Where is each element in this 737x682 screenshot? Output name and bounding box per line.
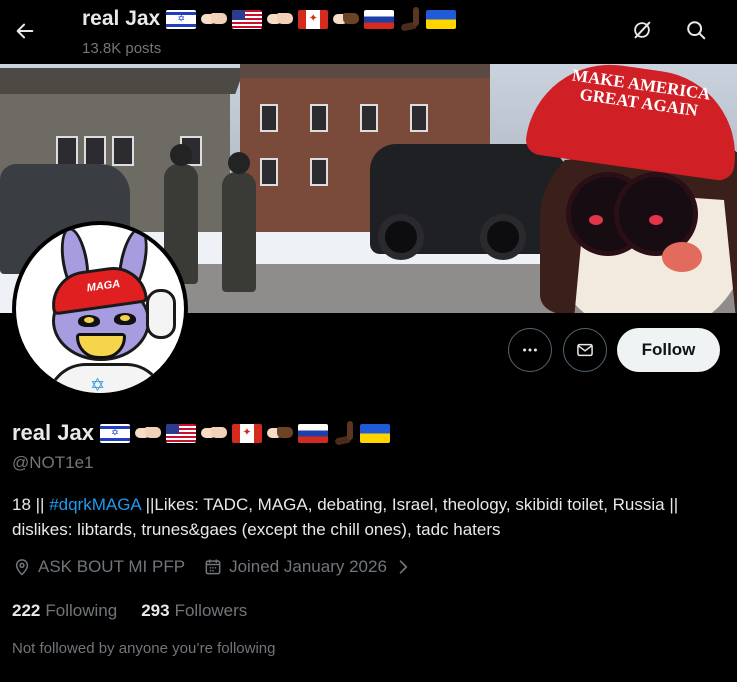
handshake-icon [199, 9, 229, 29]
following-count: 222 [12, 601, 41, 620]
mutual-followers-note: Not followed by anyone you’re following [12, 640, 276, 657]
follow-stats: 222 Following 293 Followers [12, 601, 271, 621]
us-flag-icon [165, 423, 196, 443]
name-emojis: ✡ ✦ [99, 421, 390, 445]
more-icon [523, 348, 537, 352]
header-title: real Jax ✡ ✦ [82, 7, 457, 31]
name-emojis: ✡ ✦ [166, 7, 457, 31]
canada-flag-icon: ✦ [298, 9, 329, 29]
russia-flag-icon [297, 423, 328, 443]
handshake-icon [331, 9, 361, 29]
canada-flag-icon: ✦ [231, 423, 262, 443]
raised-hand-icon [331, 421, 357, 445]
followers-link[interactable]: 293 Followers [141, 601, 247, 621]
profile-header-bar: real Jax ✡ ✦ 13.8K posts [0, 0, 737, 64]
handshake-icon [199, 423, 229, 443]
header-name: real Jax [82, 7, 161, 30]
israel-flag-icon: ✡ [166, 9, 197, 29]
calendar-icon [205, 559, 221, 575]
location-icon [15, 559, 29, 576]
israel-flag-icon: ✡ [99, 423, 130, 443]
follow-button[interactable]: Follow [617, 328, 720, 372]
post-count: 13.8K posts [82, 40, 162, 57]
raised-hand-icon [397, 7, 423, 31]
following-label: Following [45, 601, 118, 620]
followers-label: Followers [174, 601, 248, 620]
handshake-icon [265, 423, 295, 443]
message-button[interactable] [563, 328, 607, 372]
ukraine-flag-icon [426, 9, 457, 29]
grok-button[interactable] [628, 16, 656, 44]
location: ASK BOUT MI PFP [12, 557, 185, 577]
profile-handle: @NOT1e1 [12, 453, 94, 472]
profile-avatar[interactable]: MAGA ✡ [12, 221, 188, 397]
profile-name: real Jax ✡ ✦ [12, 420, 390, 446]
search-icon [687, 21, 706, 40]
followers-count: 293 [141, 601, 170, 620]
more-button[interactable] [508, 328, 552, 372]
back-button[interactable] [10, 14, 40, 48]
join-date[interactable]: Joined January 2026 [203, 557, 413, 577]
handshake-icon [133, 423, 163, 443]
search-button[interactable] [682, 16, 710, 44]
hashtag-link[interactable]: #dqrkMAGA [49, 495, 141, 514]
chevron-right-icon [399, 560, 408, 574]
ukraine-flag-icon [359, 423, 390, 443]
us-flag-icon [232, 9, 263, 29]
mail-icon [577, 343, 593, 357]
grok-icon [634, 21, 651, 39]
following-link[interactable]: 222 Following [12, 601, 117, 621]
agent-figure [222, 152, 256, 292]
profile-meta: ASK BOUT MI PFP Joined January 2026 [12, 557, 431, 577]
handshake-icon [265, 9, 295, 29]
russia-flag-icon [364, 9, 395, 29]
arrow-left-icon [16, 23, 34, 39]
profile-bio: 18 || #dqrkMAGA ||Likes: TADC, MAGA, deb… [12, 495, 679, 539]
